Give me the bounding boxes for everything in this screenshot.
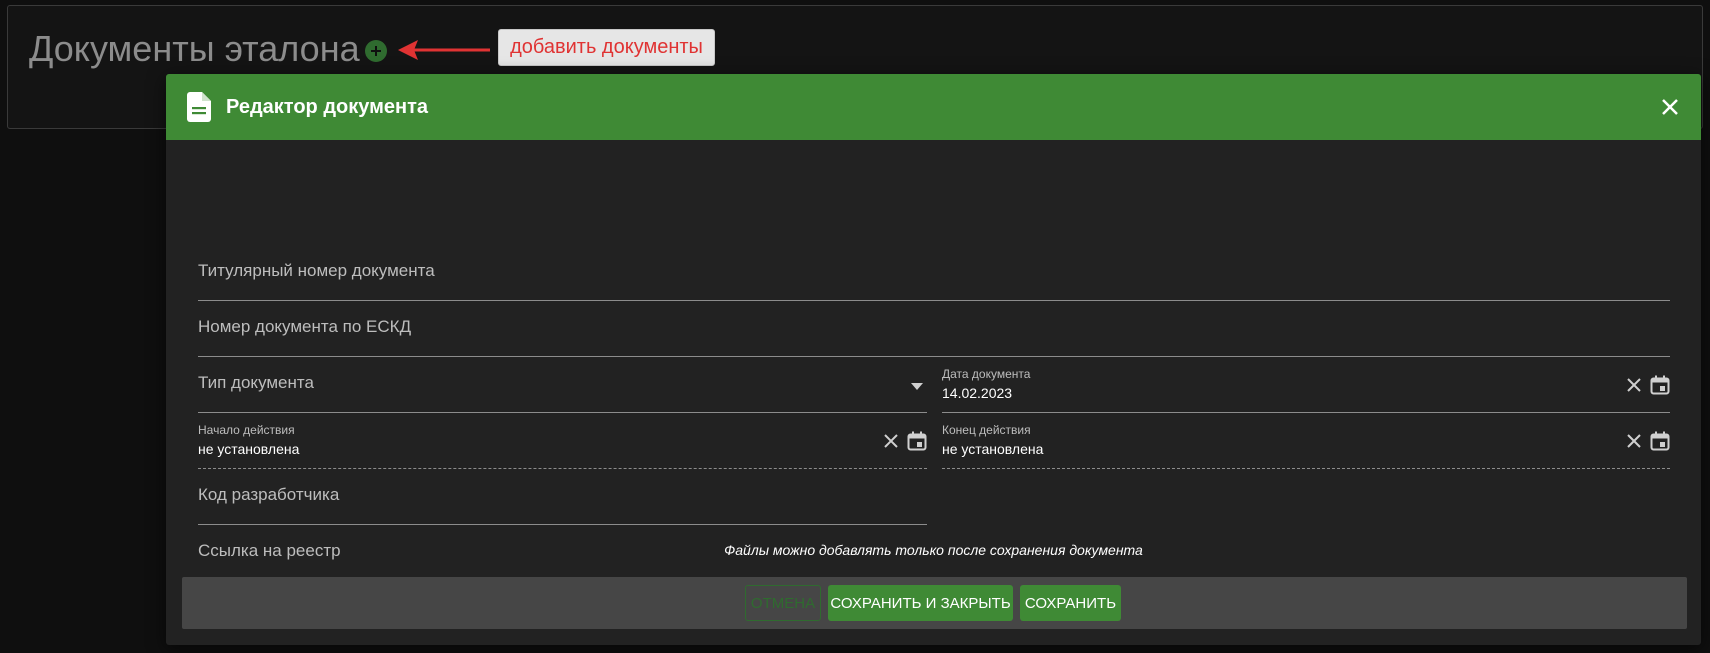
dialog-title: Редактор документа bbox=[226, 96, 429, 118]
document-icon bbox=[187, 92, 211, 122]
valid-from-field[interactable]: Начало действия не установлена bbox=[198, 413, 927, 469]
title-number-field[interactable]: Титулярный номер документа bbox=[198, 226, 1670, 301]
developer-code-placeholder: Код разработчика bbox=[198, 485, 340, 504]
doc-type-select[interactable]: Тип документа bbox=[198, 357, 927, 413]
add-document-button[interactable] bbox=[365, 40, 387, 62]
hint-label: добавить документы bbox=[498, 29, 715, 66]
valid-to-value: не установлена bbox=[942, 441, 1044, 457]
dropdown-arrow-icon[interactable] bbox=[911, 383, 923, 390]
valid-to-label: Конец действия bbox=[942, 423, 1031, 437]
eskd-number-field[interactable]: Номер документа по ЕСКД bbox=[198, 301, 1670, 357]
doc-date-label: Дата документа bbox=[942, 367, 1031, 381]
doc-date-value: 14.02.2023 bbox=[942, 385, 1013, 401]
calendar-icon[interactable] bbox=[1650, 431, 1670, 451]
clear-icon[interactable] bbox=[1626, 377, 1642, 393]
doc-date-field[interactable]: Дата документа 14.02.2023 bbox=[942, 357, 1670, 413]
valid-from-value: не установлена bbox=[198, 441, 300, 457]
dialog-header: Редактор документа bbox=[166, 74, 1701, 140]
hint-arrow-icon bbox=[398, 40, 490, 60]
files-note: Файлы можно добавлять только после сохра… bbox=[724, 542, 1143, 558]
add-circle-icon bbox=[371, 46, 381, 56]
calendar-icon[interactable] bbox=[907, 431, 927, 451]
doc-type-placeholder: Тип документа bbox=[198, 373, 314, 392]
valid-from-label: Начало действия bbox=[198, 423, 295, 437]
clear-icon[interactable] bbox=[883, 433, 899, 449]
document-editor-dialog: Редактор документа Титулярный номер доку… bbox=[166, 74, 1701, 645]
save-and-close-button[interactable]: СОХРАНИТЬ И ЗАКРЫТЬ bbox=[828, 585, 1013, 621]
cancel-button[interactable]: ОТМЕНА bbox=[745, 585, 821, 621]
title-number-placeholder: Титулярный номер документа bbox=[198, 261, 435, 280]
valid-to-field[interactable]: Конец действия не установлена bbox=[942, 413, 1670, 469]
eskd-number-placeholder: Номер документа по ЕСКД bbox=[198, 317, 412, 336]
calendar-icon[interactable] bbox=[1650, 375, 1670, 395]
developer-code-field[interactable]: Код разработчика bbox=[198, 469, 927, 525]
dialog-footer: ОТМЕНА СОХРАНИТЬ И ЗАКРЫТЬ СОХРАНИТЬ bbox=[182, 577, 1687, 629]
close-icon[interactable] bbox=[1661, 98, 1679, 116]
save-button[interactable]: СОХРАНИТЬ bbox=[1020, 585, 1121, 621]
clear-icon[interactable] bbox=[1626, 433, 1642, 449]
page-title: Документы эталона bbox=[29, 28, 360, 69]
